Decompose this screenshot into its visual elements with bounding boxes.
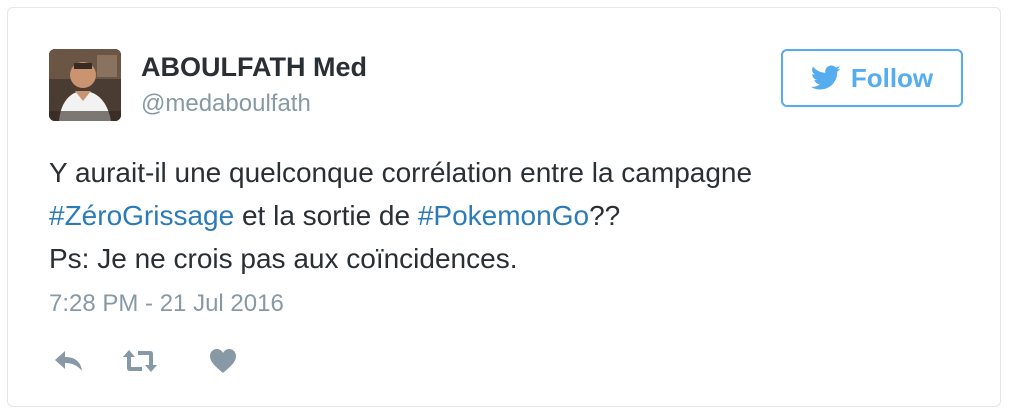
follow-button[interactable]: Follow <box>781 49 963 107</box>
tweet-line-3: Ps: Je ne crois pas aux coïncidences. <box>49 243 518 274</box>
retweet-icon <box>122 348 158 379</box>
retweet-button[interactable] <box>120 346 160 380</box>
tweet-text: Y aurait-il une quelconque corrélation e… <box>49 151 949 280</box>
hashtag-link-pokemongo[interactable]: #PokemonGo <box>418 200 589 231</box>
avatar[interactable] <box>49 49 121 121</box>
like-heart-icon <box>209 348 237 379</box>
avatar-image <box>49 49 121 121</box>
reply-icon <box>54 349 84 378</box>
follow-button-label: Follow <box>850 62 934 93</box>
hashtag-link-zerogrissage[interactable]: #ZéroGrissage <box>49 200 234 231</box>
tweet-timestamp[interactable]: 7:28 PM - 21 Jul 2016 <box>49 290 284 318</box>
twitter-bird-icon <box>810 65 841 91</box>
tweet-tail-text: ?? <box>589 200 621 231</box>
tweet-mid-text: et la sortie de <box>234 200 418 231</box>
reply-button[interactable] <box>49 346 89 380</box>
author-handle[interactable]: @medaboulfath <box>141 90 311 118</box>
tweet-line-2: #ZéroGrissage et la sortie de #PokemonGo… <box>49 194 949 237</box>
author-display-name[interactable]: ABOULFATH Med <box>141 52 367 83</box>
tweet-card: ABOULFATH Med @medaboulfath Follow Y aur… <box>7 7 1001 407</box>
like-button[interactable] <box>203 346 243 380</box>
tweet-line-1: Y aurait-il une quelconque corrélation e… <box>49 157 753 188</box>
